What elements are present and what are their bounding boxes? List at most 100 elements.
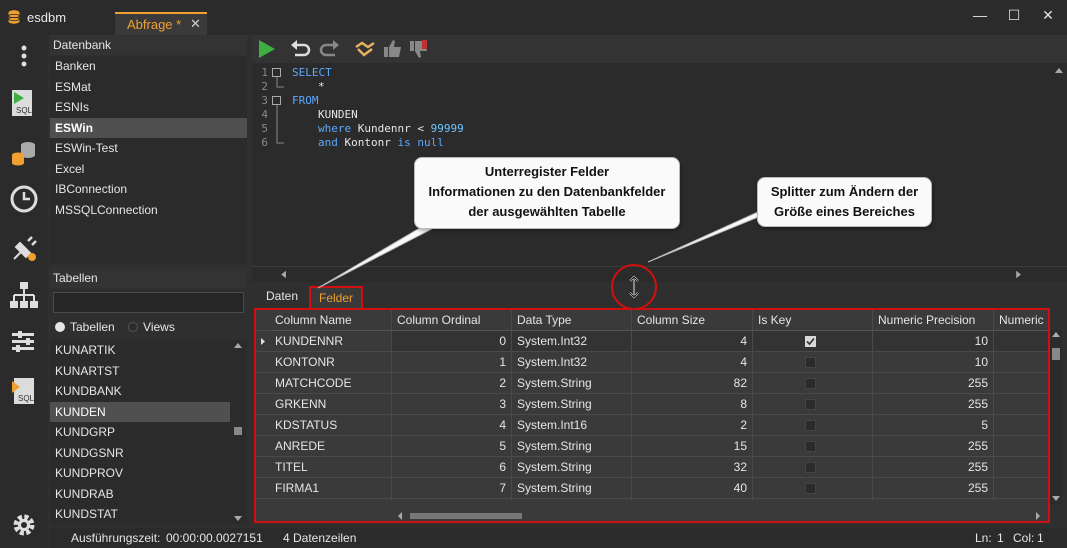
grid-cell[interactable]: 8 <box>632 394 753 415</box>
row-indicator[interactable] <box>256 457 270 478</box>
table-row[interactable]: KUNDENNR 0 System.Int32 4 10 <box>256 331 1048 352</box>
table-item[interactable]: KUNDGRP <box>50 422 230 443</box>
checkbox-icon[interactable] <box>805 462 816 473</box>
grid-cell[interactable]: System.String <box>512 394 632 415</box>
table-item[interactable]: KUNARTST <box>50 361 230 382</box>
grid-cell[interactable]: 4 <box>632 331 753 352</box>
grid-cell[interactable] <box>753 478 873 499</box>
table-row[interactable]: FIRMA28System.String40 255 <box>256 499 1048 500</box>
grid-cell[interactable]: 6 <box>392 457 512 478</box>
tab-abfrage[interactable]: Abfrage * ✕ <box>115 12 207 35</box>
column-header[interactable]: Numeric Precision <box>873 310 994 331</box>
column-header[interactable]: Column Size <box>632 310 753 331</box>
editor-vscroll[interactable] <box>1053 66 1065 266</box>
grid-vscroll[interactable] <box>1050 330 1062 505</box>
tab-close-icon[interactable]: ✕ <box>190 16 201 32</box>
grid-cell[interactable]: TITEL <box>270 457 392 478</box>
table-row[interactable]: FIRMA1 7 System.String 40 255 <box>256 478 1048 499</box>
grid-cell[interactable]: 4 <box>632 352 753 373</box>
checkbox-icon[interactable] <box>805 483 816 494</box>
grid-cell[interactable] <box>753 457 873 478</box>
grid-cell[interactable]: System.String <box>512 436 632 457</box>
grid-cell[interactable]: FIRMA2 <box>270 499 392 500</box>
row-indicator[interactable] <box>256 373 270 394</box>
grid-cell[interactable]: KUNDENNR <box>270 331 392 352</box>
grid-cell[interactable] <box>994 415 1048 436</box>
database-item[interactable]: ESWin <box>50 117 247 138</box>
table-row[interactable]: ANREDE 5 System.String 15 255 <box>256 436 1048 457</box>
grid-cell[interactable] <box>753 373 873 394</box>
table-item[interactable]: KUNDSTAT <box>50 504 230 524</box>
minimize-button[interactable]: — <box>965 4 995 26</box>
checkbox-icon[interactable] <box>805 357 816 368</box>
table-item[interactable]: KUNDEN <box>50 401 230 422</box>
grid-cell[interactable]: KONTONR <box>270 352 392 373</box>
database-item[interactable]: ESNIs <box>50 97 247 118</box>
grid-cell[interactable] <box>753 499 873 500</box>
more-vert-icon[interactable] <box>8 40 40 72</box>
redo-icon[interactable] <box>318 39 340 59</box>
grid-cell[interactable] <box>753 331 873 352</box>
list-settings-icon[interactable] <box>8 327 40 359</box>
table-item[interactable]: KUNDRAB <box>50 484 230 505</box>
row-indicator[interactable] <box>256 352 270 373</box>
tables-scrollbar[interactable] <box>231 340 245 524</box>
editor-hscroll[interactable] <box>252 266 1067 282</box>
grid-cell[interactable]: 2 <box>632 415 753 436</box>
column-header[interactable]: Data Type <box>512 310 632 331</box>
fold-toggle-icon[interactable] <box>272 68 281 77</box>
table-item[interactable]: KUNDGSNR <box>50 443 230 464</box>
grid-cell[interactable] <box>994 499 1048 500</box>
grid-cell[interactable] <box>994 478 1048 499</box>
maximize-button[interactable]: ☐ <box>999 4 1029 26</box>
settings-gear-icon[interactable] <box>8 509 40 541</box>
grid-cell[interactable]: 15 <box>632 436 753 457</box>
grid-cell[interactable]: System.String <box>512 499 632 500</box>
sql-document-icon[interactable]: SQL <box>8 375 40 407</box>
radio-views[interactable] <box>128 322 139 332</box>
database-item[interactable]: IBConnection <box>50 179 247 200</box>
row-indicator[interactable] <box>256 436 270 457</box>
close-button[interactable]: ✕ <box>1033 4 1063 26</box>
table-row[interactable]: KDSTATUS 4 System.Int16 2 5 <box>256 415 1048 436</box>
grid-cell[interactable]: ANREDE <box>270 436 392 457</box>
grid-cell[interactable] <box>753 394 873 415</box>
handshake-icon[interactable] <box>354 39 376 59</box>
hierarchy-icon[interactable] <box>8 279 40 311</box>
grid-cell[interactable]: 3 <box>392 394 512 415</box>
table-row[interactable]: TITEL 6 System.String 32 255 <box>256 457 1048 478</box>
grid-cell[interactable]: System.String <box>512 457 632 478</box>
column-header[interactable]: Numeric <box>994 310 1048 331</box>
grid-cell[interactable]: 1 <box>392 352 512 373</box>
column-header[interactable]: Is Key <box>753 310 873 331</box>
grid-cell[interactable]: FIRMA1 <box>270 478 392 499</box>
database-transfer-icon[interactable] <box>8 137 40 169</box>
grid-cell[interactable] <box>753 436 873 457</box>
row-indicator[interactable] <box>256 415 270 436</box>
grid-cell[interactable]: 7 <box>392 478 512 499</box>
database-item[interactable]: MSSQLConnection <box>50 200 247 221</box>
grid-cell[interactable] <box>753 352 873 373</box>
grid-cell[interactable] <box>994 436 1048 457</box>
checkbox-icon[interactable] <box>805 441 816 452</box>
play-icon[interactable] <box>256 39 278 59</box>
table-item[interactable]: KUNDBANK <box>50 381 230 402</box>
grid-cell[interactable]: 0 <box>392 331 512 352</box>
column-header[interactable]: Column Ordinal <box>392 310 512 331</box>
grid-cell[interactable]: 255 <box>873 394 994 415</box>
table-row[interactable]: KONTONR 1 System.Int32 4 10 <box>256 352 1048 373</box>
grid-cell[interactable]: 5 <box>392 436 512 457</box>
grid-cell[interactable]: KDSTATUS <box>270 415 392 436</box>
checkbox-icon[interactable] <box>805 378 816 389</box>
clock-icon[interactable] <box>8 183 40 215</box>
grid-cell[interactable]: 255 <box>873 457 994 478</box>
grid-cell[interactable]: System.Int32 <box>512 331 632 352</box>
grid-cell[interactable]: 255 <box>873 436 994 457</box>
grid-cell[interactable] <box>994 394 1048 415</box>
grid-cell[interactable]: 32 <box>632 457 753 478</box>
grid-cell[interactable]: System.Int16 <box>512 415 632 436</box>
tab-daten[interactable]: Daten <box>258 286 306 308</box>
column-header[interactable]: Column Name <box>270 310 392 331</box>
tab-felder[interactable]: Felder <box>309 286 364 308</box>
grid-cell[interactable]: System.String <box>512 478 632 499</box>
